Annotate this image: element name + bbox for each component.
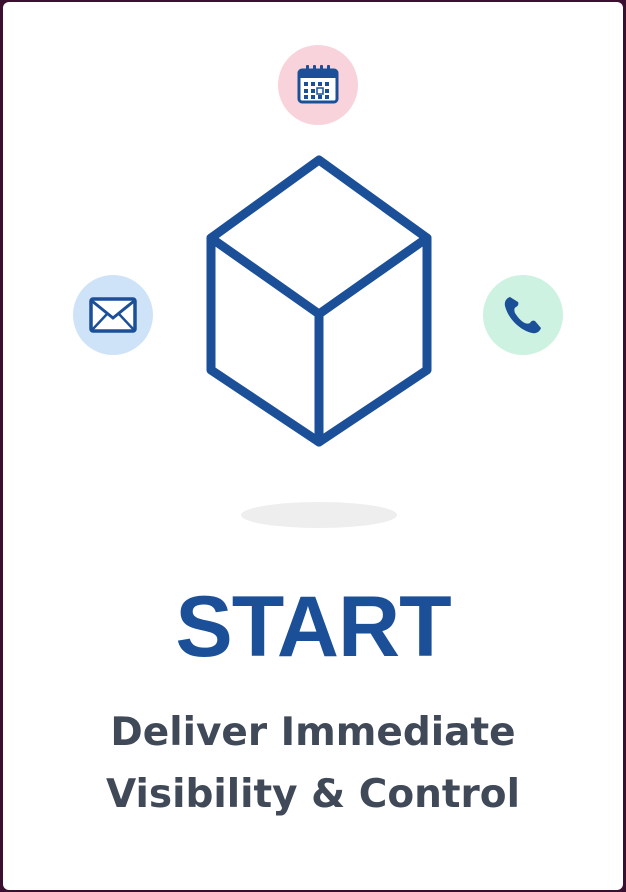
mail-bubble xyxy=(73,275,153,355)
envelope-icon xyxy=(89,297,137,333)
calendar-bubble xyxy=(278,45,358,125)
subheadline: Deliver Immediate Visibility & Control xyxy=(3,702,623,826)
phone-bubble xyxy=(483,275,563,355)
subheadline-line-2: Visibility & Control xyxy=(106,772,520,817)
start-card: START Deliver Immediate Visibility & Con… xyxy=(3,2,623,890)
cube-icon xyxy=(206,155,432,447)
subheadline-line-1: Deliver Immediate xyxy=(110,710,516,755)
cube-shadow xyxy=(241,502,397,528)
headline: START xyxy=(175,579,451,675)
calendar-icon xyxy=(297,65,339,104)
phone-icon xyxy=(504,297,541,334)
